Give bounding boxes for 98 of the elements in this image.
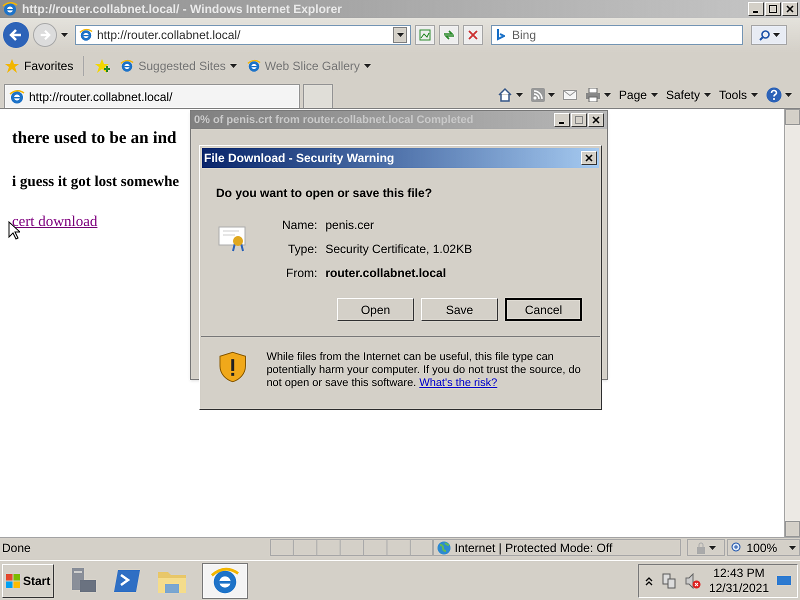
close-button[interactable] [581,151,597,165]
certificate-icon [218,226,248,252]
browser-icon [246,59,261,73]
browser-icon [120,59,134,73]
close-icon [585,154,593,162]
clock-date: 12/31/2021 [708,580,769,596]
field-label: Name: [282,217,318,234]
start-button[interactable]: Start [2,564,54,598]
field-value: Security Certificate, 1.02KB [325,241,472,258]
caret-icon [364,64,371,68]
field-value: router.collabnet.local [325,265,448,282]
search-button[interactable] [751,25,787,45]
security-zone: Internet | Protected Mode: Off [454,540,612,556]
field-value: penis.cer [325,217,376,234]
network-icon[interactable] [660,572,677,588]
page-heading: i guess it got lost somewhe [12,172,180,192]
command-menu[interactable]: Tools [718,86,758,104]
protection-button[interactable] [686,539,724,556]
browser-icon [79,28,93,42]
maximize-icon [575,116,583,124]
dialog-button[interactable]: Open [337,298,414,321]
caret-icon [516,93,523,97]
caret-icon [396,33,404,37]
muted-speaker-icon[interactable] [684,572,701,588]
browser-icon [210,566,240,596]
home-icon [496,87,513,103]
caret-icon [785,93,792,97]
star-icon [4,58,20,74]
page-heading: there used to be an ind [12,127,177,149]
caret-icon [751,93,758,97]
warning-text: While files from the Internet can be useful, this file type can potentially harm your computer. If you do not trust the source, do not open or save this software. What's the risk? [266,351,582,390]
zoom-button[interactable]: 100% [726,539,800,556]
minimize-button[interactable] [748,2,764,16]
caret-icon [61,33,68,37]
search-icon [758,30,770,40]
dialog-question: Do you want to open or save this file? [216,185,432,202]
chevron-up-icon[interactable] [644,576,653,586]
field-label: From: [285,265,318,282]
clock-time: 12:43 PM [713,566,765,580]
caret-icon [772,33,780,37]
lock-icon [696,542,706,554]
caret-icon [788,546,796,550]
feeds-button[interactable] [530,88,555,102]
favorites-button[interactable]: Favorites [4,57,74,75]
dialog-button[interactable]: Cancel [505,298,582,321]
caret-icon [230,64,237,68]
search-field[interactable]: Bing [491,25,743,45]
warning-shield-icon [219,351,246,383]
show-desktop-icon[interactable] [777,574,791,588]
command-menu[interactable]: Safety [666,86,711,104]
browser-icon [2,1,18,17]
forward-arrow-icon [39,29,51,41]
compatibility-button[interactable] [415,25,435,45]
help-icon [766,87,782,103]
field-label: Type: [286,241,318,258]
history-dropdown[interactable] [61,33,68,37]
maximize-button[interactable] [571,113,587,127]
add-favorites-icon[interactable] [94,58,110,74]
caret-icon [548,93,555,97]
window-title: http://router.collabnet.local/ - Windows Internet Explorer [22,1,342,18]
refresh-icon [443,29,455,41]
close-icon [592,116,600,124]
caret-icon [604,93,611,97]
refresh-button[interactable] [439,25,459,45]
maximize-icon [769,5,777,13]
close-button[interactable] [782,2,798,16]
command-menu[interactable]: Page [618,86,658,104]
scrollbar[interactable] [784,109,800,537]
zoom-icon [730,542,742,554]
caret-icon [708,546,716,550]
dialog-title: File Download - Security Warning [204,150,394,167]
mail-icon[interactable] [562,90,577,100]
caret-icon [650,93,658,97]
caret-icon [704,93,711,97]
maximize-button[interactable] [765,2,781,16]
browser-icon [9,88,25,104]
address-field[interactable]: http://router.collabnet.local/ [75,25,411,45]
back-arrow-icon [9,28,23,42]
browser-tab[interactable]: http://router.collabnet.local/ [4,84,300,108]
search-provider-icon [497,29,505,41]
stop-icon [468,30,478,40]
home-button[interactable] [496,87,523,103]
close-button[interactable] [588,113,604,127]
windows-logo-icon [5,572,21,588]
help-button[interactable] [766,87,792,103]
status-text: Done [1,540,32,556]
feed-icon [530,88,545,102]
printer-icon [584,88,601,102]
back-button[interactable] [3,22,29,48]
close-icon [786,5,794,13]
minimize-button[interactable] [554,113,570,127]
dialog-button[interactable]: Save [421,298,498,321]
compatibility-icon [419,29,431,41]
browser-task-button[interactable] [202,562,248,598]
globe-icon [436,540,451,554]
stop-button[interactable] [463,25,483,45]
print-button[interactable] [584,88,611,102]
risk-link[interactable]: What's the risk? [419,377,498,389]
